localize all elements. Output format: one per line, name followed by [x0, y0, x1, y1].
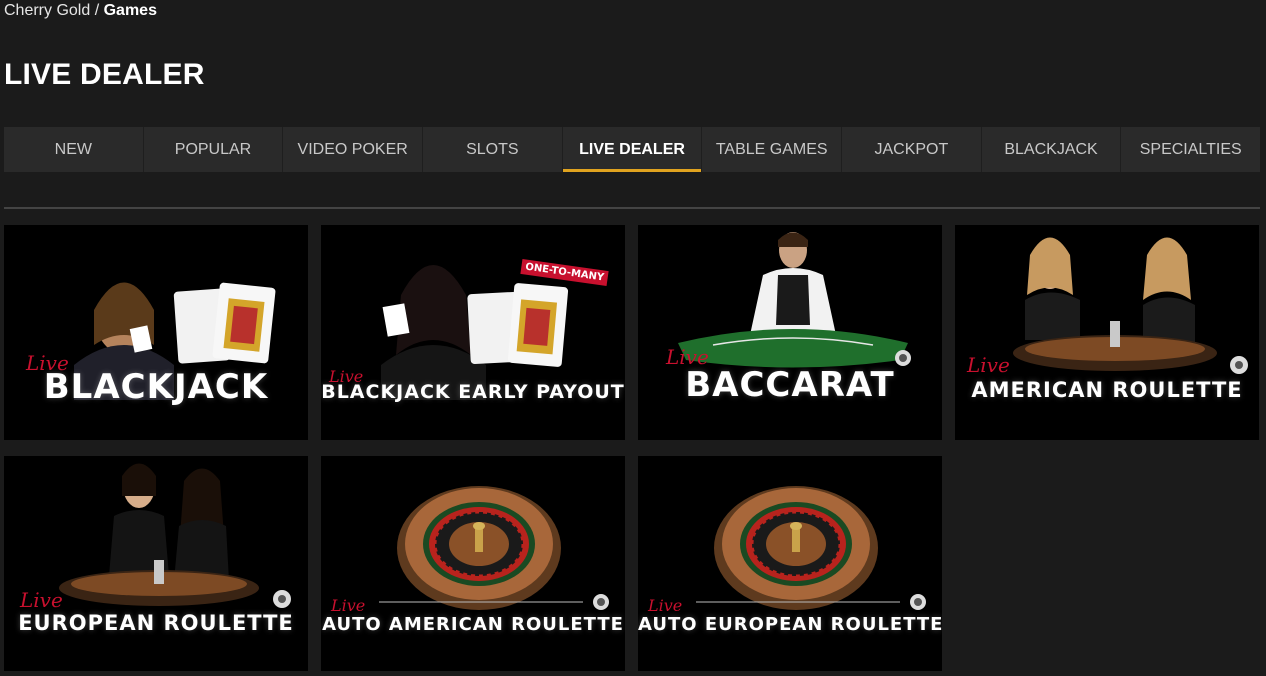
- dealer-illustration: [678, 232, 911, 368]
- dealer-illustration: [1013, 237, 1248, 374]
- game-title: AUTO AMERICAN ROULETTE: [322, 614, 624, 635]
- dealer-illustration: [59, 463, 291, 608]
- tab-popular[interactable]: POPULAR: [144, 127, 284, 172]
- roulette-wheel-illustration: [696, 486, 926, 610]
- live-label: Live: [648, 596, 683, 615]
- tab-jackpot[interactable]: JACKPOT: [842, 127, 982, 172]
- tab-table-games[interactable]: TABLE GAMES: [702, 127, 843, 172]
- page: Cherry Gold / Games LIVE DEALER NEW POPU…: [0, 0, 1266, 676]
- game-title: BACCARAT: [685, 365, 895, 405]
- game-card-auto-european-roulette[interactable]: Live AUTO EUROPEAN ROULETTE: [638, 456, 942, 671]
- game-title: BLACKJACK EARLY PAYOUT: [321, 381, 625, 403]
- divider: [4, 207, 1260, 209]
- game-card-blackjack-early-payout[interactable]: ONE-TO-MANY Live BLACKJACK EARLY PAYOUT: [321, 225, 625, 440]
- game-title: AMERICAN ROULETTE: [971, 378, 1243, 402]
- tab-video-poker[interactable]: VIDEO POKER: [283, 127, 424, 172]
- live-label: Live: [20, 588, 63, 612]
- playing-card-icon: [173, 282, 276, 364]
- roulette-wheel-illustration: [379, 486, 609, 610]
- roulette-chip-icon: [895, 350, 911, 366]
- category-tabs: NEW POPULAR VIDEO POKER SLOTS LIVE DEALE…: [4, 127, 1260, 172]
- breadcrumb: Cherry Gold / Games: [4, 1, 157, 21]
- roulette-chip-icon: [910, 594, 926, 610]
- page-title: LIVE DEALER: [4, 58, 205, 91]
- tab-blackjack[interactable]: BLACKJACK: [982, 127, 1122, 172]
- roulette-chip-icon: [273, 590, 291, 608]
- game-title: AUTO EUROPEAN ROULETTE: [638, 614, 942, 635]
- live-label: Live: [331, 596, 366, 615]
- breadcrumb-separator: /: [90, 2, 104, 19]
- roulette-chip-icon: [1230, 356, 1248, 374]
- tab-specialties[interactable]: SPECIALTIES: [1121, 127, 1260, 172]
- game-card-european-roulette[interactable]: Live EUROPEAN ROULETTE: [4, 456, 308, 671]
- game-card-american-roulette[interactable]: Live AMERICAN ROULETTE: [955, 225, 1259, 440]
- game-grid: Live BLACKJACK ONE-TO-MANY Live BLACKJAC…: [4, 225, 1260, 671]
- game-card-blackjack[interactable]: Live BLACKJACK: [4, 225, 308, 440]
- dealer-illustration: [74, 282, 276, 400]
- breadcrumb-current: Games: [103, 2, 157, 19]
- game-title: EUROPEAN ROULETTE: [18, 611, 294, 635]
- breadcrumb-root[interactable]: Cherry Gold: [4, 2, 90, 19]
- live-label: Live: [666, 345, 709, 369]
- tab-slots[interactable]: SLOTS: [423, 127, 563, 172]
- game-title: BLACKJACK: [43, 367, 269, 407]
- game-card-auto-american-roulette[interactable]: Live AUTO AMERICAN ROULETTE: [321, 456, 625, 671]
- live-label: Live: [967, 353, 1010, 377]
- playing-card-icon: [467, 283, 569, 367]
- tab-live-dealer[interactable]: LIVE DEALER: [562, 127, 703, 172]
- roulette-chip-icon: [593, 594, 609, 610]
- game-card-baccarat[interactable]: Live BACCARAT: [638, 225, 942, 440]
- dealer-illustration: [381, 265, 569, 400]
- tab-new[interactable]: NEW: [4, 127, 144, 172]
